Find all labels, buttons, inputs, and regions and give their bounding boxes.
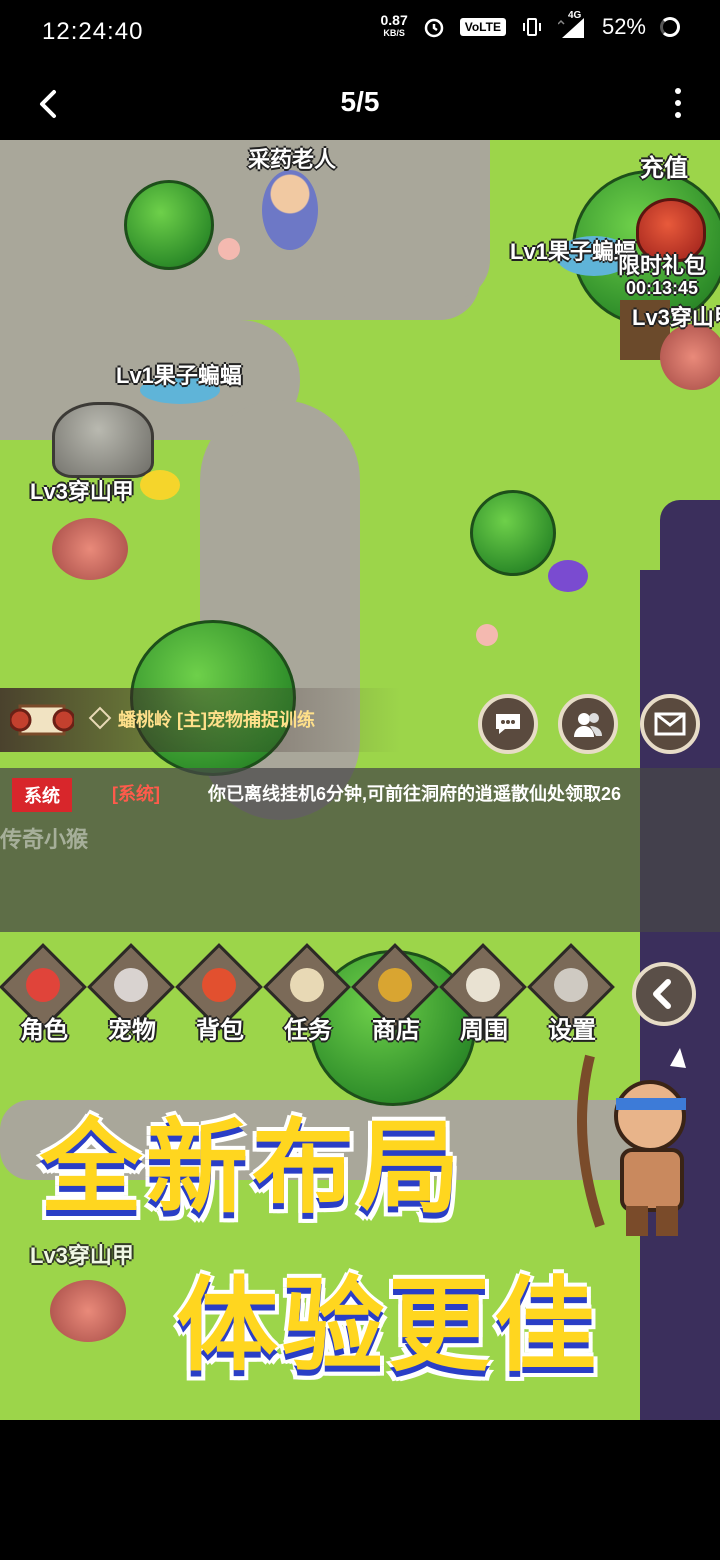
quest-text: 蟠桃岭 [主]宠物捕捉训练 (118, 710, 315, 730)
battery-icon (660, 17, 680, 37)
promo-headline-2: 体验更佳 (176, 1267, 600, 1386)
signal-icon: 4G (557, 10, 588, 40)
quest-marker-icon (88, 706, 112, 730)
network-speed-value: 0.87 (380, 12, 408, 28)
monster-label: Lv1果子蝙蝠 (116, 363, 242, 388)
menu-label: 周围 (460, 1017, 508, 1044)
gift-timer: 00:13:45 (626, 278, 699, 298)
viewer-title-bar: 5/5 (0, 66, 720, 140)
menu-settings[interactable]: 设置 (527, 943, 615, 1050)
system-channel-badge[interactable]: 系统 (12, 778, 72, 812)
cliff (660, 500, 720, 590)
system-message: 你已离线挂机6分钟,可前往洞府的逍遥散仙处领取26 (208, 784, 622, 804)
battery-percent: 52% (601, 14, 646, 39)
menu-label: 背包 (196, 1017, 244, 1044)
hero-archer-character (577, 1048, 686, 1236)
menu-pet[interactable]: 宠物 (87, 943, 175, 1050)
pet-portrait (114, 968, 148, 1002)
menu-label: 宠物 (108, 1017, 156, 1044)
vibrate-icon (522, 18, 541, 36)
menu-label: 商店 (372, 1017, 420, 1044)
character-portrait (26, 968, 60, 1002)
menu-character[interactable]: 角色 (0, 943, 87, 1050)
menu-nearby[interactable]: 周围 (439, 943, 527, 1050)
limited-gift-label[interactable]: 限时礼包 (618, 248, 706, 280)
clover-plant (470, 490, 556, 576)
system-tag: [系统] (112, 784, 160, 804)
rock (52, 402, 154, 478)
chevron-left-icon (653, 979, 671, 1009)
collapse-menu-button[interactable] (632, 962, 696, 1026)
monster-label: Lv3穿山甲 (30, 479, 134, 504)
monster-label: Lv3穿山甲 (632, 305, 720, 330)
npc-label: 采药老人 (248, 147, 337, 172)
viewer-bottom-area (0, 1420, 720, 1560)
promo-headline-1: 全新布局 (40, 1109, 464, 1228)
flower (476, 624, 498, 646)
main-menu: 角色 宠物 背包 任务 商店 周围 设置 (0, 943, 628, 1050)
mail-button[interactable] (640, 694, 700, 754)
armadillo[interactable] (50, 1280, 126, 1342)
shop-portrait (378, 968, 412, 1002)
old-herbalist-npc[interactable] (262, 170, 318, 250)
status-bar: 12:24:40 0.87 KB/S VoLTE 4G 52% (0, 0, 720, 66)
menu-bag[interactable]: 背包 (175, 943, 263, 1050)
clover-plant (124, 180, 214, 270)
flower (140, 470, 180, 500)
recharge-button[interactable]: 充值 (640, 148, 688, 183)
volte-badge: VoLTE (459, 18, 506, 36)
settings-portrait (554, 968, 588, 1002)
chat-button[interactable] (478, 694, 538, 754)
page-indicator: 5/5 (340, 86, 380, 117)
network-speed: 0.87 KB/S (380, 12, 408, 40)
network-speed-unit: KB/S (383, 28, 405, 38)
scroll-icon (10, 704, 74, 736)
menu-label: 角色 (20, 1017, 68, 1044)
flower (218, 238, 240, 260)
status-icons: 0.87 KB/S VoLTE 4G 52% (380, 10, 680, 40)
monster-label: Lv3穿山甲 (30, 1243, 134, 1268)
system-chat-panel[interactable]: 系统 [系统] 你已离线挂机6分钟,可前往洞府的逍遥散仙处领取26 (0, 768, 720, 932)
bag-portrait (202, 968, 236, 1002)
menu-label: 任务 (284, 1017, 332, 1044)
chat-bubble-icon (496, 714, 520, 734)
menu-label: 设置 (548, 1017, 596, 1044)
alarm-icon (424, 18, 443, 38)
quest-portrait (290, 968, 324, 1002)
status-time: 12:24:40 (42, 18, 144, 45)
quest-tracker[interactable]: 蟠桃岭 [主]宠物捕捉训练 (0, 688, 400, 752)
mail-icon (654, 712, 686, 736)
friends-icon (574, 713, 602, 737)
armadillo[interactable] (660, 324, 720, 390)
armadillo[interactable] (52, 518, 128, 580)
flower (548, 560, 588, 592)
monster-label: 传奇小猴 (0, 827, 89, 852)
dirt-path (320, 140, 490, 300)
nearby-portrait (466, 968, 500, 1002)
friends-button[interactable] (558, 694, 618, 754)
game-screenshot: 采药老人 Lv1果子蝙蝠 Lv3穿山甲 Lv1果子蝙蝠 Lv3穿山甲 Lv3穿山… (0, 140, 720, 1420)
menu-shop[interactable]: 商店 (351, 943, 439, 1050)
more-options-icon[interactable] (674, 88, 682, 118)
menu-quest[interactable]: 任务 (263, 943, 351, 1050)
